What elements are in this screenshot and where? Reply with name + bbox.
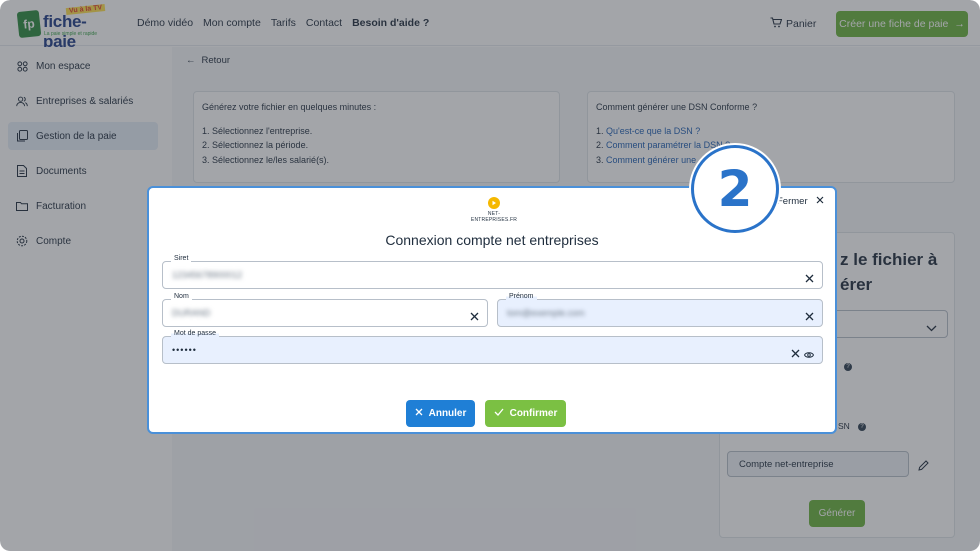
confirm-label: Confirmer [509,408,558,419]
password-field[interactable]: Mot de passe •••••• [162,330,823,364]
prenom-label: Prénom [506,293,537,300]
nom-label: Nom [171,293,192,300]
confirm-button[interactable]: Confirmer [485,400,566,427]
siret-label: Siret [171,255,192,262]
net-entreprises-logo: NET-ENTREPRISES.FR [467,197,521,223]
clear-icon[interactable] [791,345,800,363]
close-label: Fermer [777,196,808,207]
clear-icon[interactable] [805,270,814,288]
check-icon [494,408,504,419]
step-number-badge: 2 [691,145,779,233]
nom-field[interactable]: Nom DURAND [162,293,488,327]
prenom-value: tom@exemple.com [507,308,585,318]
password-label: Mot de passe [171,330,220,337]
cancel-label: Annuler [428,408,467,419]
close-button[interactable]: Fermer [777,196,824,207]
siret-field[interactable]: Siret 12345678900012 [162,255,823,289]
close-icon [816,196,824,207]
logo-text: NET-ENTREPRISES.FR [470,211,518,223]
cancel-button[interactable]: Annuler [406,400,475,427]
app-frame: fp Vu à la TV fiche-paie La paie simple … [0,0,980,551]
siret-value: 12345678900012 [172,270,243,280]
clear-icon[interactable] [470,308,479,326]
play-icon [488,197,500,209]
modal-title: Connexion compte net entreprises [385,232,599,248]
password-value: •••••• [172,345,197,355]
prenom-field[interactable]: Prénom tom@exemple.com [497,293,823,327]
nom-value: DURAND [172,308,211,318]
eye-icon[interactable] [803,346,815,364]
clear-icon[interactable] [805,308,814,326]
close-icon [415,408,423,419]
